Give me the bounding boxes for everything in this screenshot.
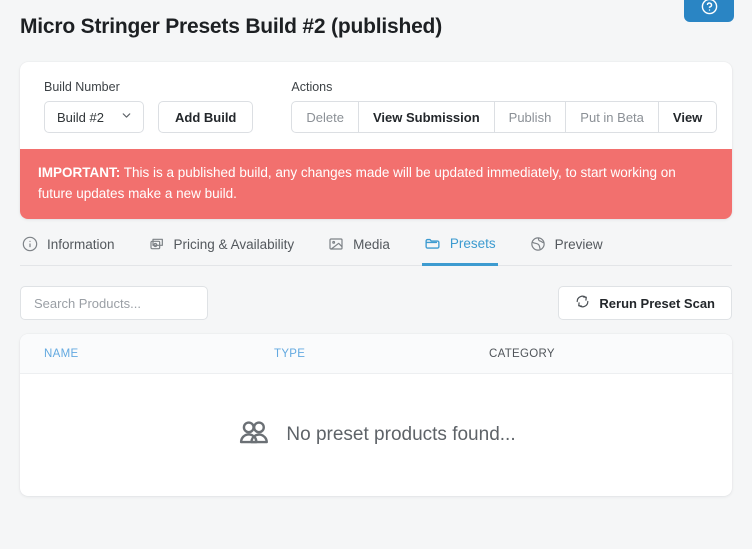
presets-table-card: NAME TYPE CATEGORY No preset products fo… [20,334,732,496]
build-actions-row: Build Number Build #2 Add Build Actions … [20,62,732,149]
column-header-category: CATEGORY [489,347,555,360]
tab-label: Media [353,236,390,252]
empty-state: No preset products found... [20,374,732,496]
build-number-select[interactable]: Build #2 [44,101,144,133]
column-header-name[interactable]: NAME [44,348,274,360]
globe-icon [530,236,546,252]
folder-icon [424,235,441,252]
alert-message: This is a published build, any changes m… [38,165,676,201]
delete-button[interactable]: Delete [291,101,359,133]
rerun-preset-scan-button[interactable]: Rerun Preset Scan [558,286,732,320]
tab-information[interactable]: Information [20,236,117,266]
page-header: Micro Stringer Presets Build #2 (publish… [0,0,752,56]
actions-group: Actions Delete View Submission Publish P… [291,80,718,133]
build-actions-card: Build Number Build #2 Add Build Actions … [20,62,732,219]
page-title: Micro Stringer Presets Build #2 (publish… [20,15,442,38]
users-icon [236,416,270,455]
rerun-label: Rerun Preset Scan [599,295,715,311]
column-header-type[interactable]: TYPE [274,348,489,360]
build-number-label: Build Number [44,80,120,94]
empty-state-text: No preset products found... [286,424,516,445]
preset-toolbar: Rerun Preset Scan [20,266,732,334]
important-alert: IMPORTANT: This is a published build, an… [20,149,732,219]
build-number-value: Build #2 [57,109,104,125]
add-build-button[interactable]: Add Build [158,101,254,133]
put-in-beta-button[interactable]: Put in Beta [566,101,659,133]
table-header-row: NAME TYPE CATEGORY [20,334,732,374]
view-submission-button[interactable]: View Submission [358,101,495,133]
tab-media[interactable]: Media [326,236,392,266]
money-icon [149,236,165,252]
actions-label: Actions [291,80,333,94]
tab-presets[interactable]: Presets [421,235,498,266]
search-input[interactable] [20,286,208,320]
image-icon [328,236,344,252]
publish-button[interactable]: Publish [494,101,567,133]
tab-label: Pricing & Availability [173,236,295,252]
tab-label: Presets [449,236,496,251]
chevron-down-icon [120,109,133,125]
tab-preview[interactable]: Preview [528,236,605,266]
question-circle-icon [701,0,718,15]
tab-label: Information [47,236,115,252]
build-number-group: Build Number Build #2 Add Build [44,80,254,133]
tab-label: Preview [554,236,603,252]
tab-bar: Information Pricing & Availability Media [20,219,732,266]
tab-pricing-availability[interactable]: Pricing & Availability [147,236,297,266]
help-button[interactable] [684,0,734,22]
info-circle-icon [22,236,38,252]
refresh-icon [575,294,590,312]
view-button[interactable]: View [658,101,718,133]
alert-prefix: IMPORTANT: [38,165,121,180]
action-button-group: Delete View Submission Publish Put in Be… [291,101,718,133]
